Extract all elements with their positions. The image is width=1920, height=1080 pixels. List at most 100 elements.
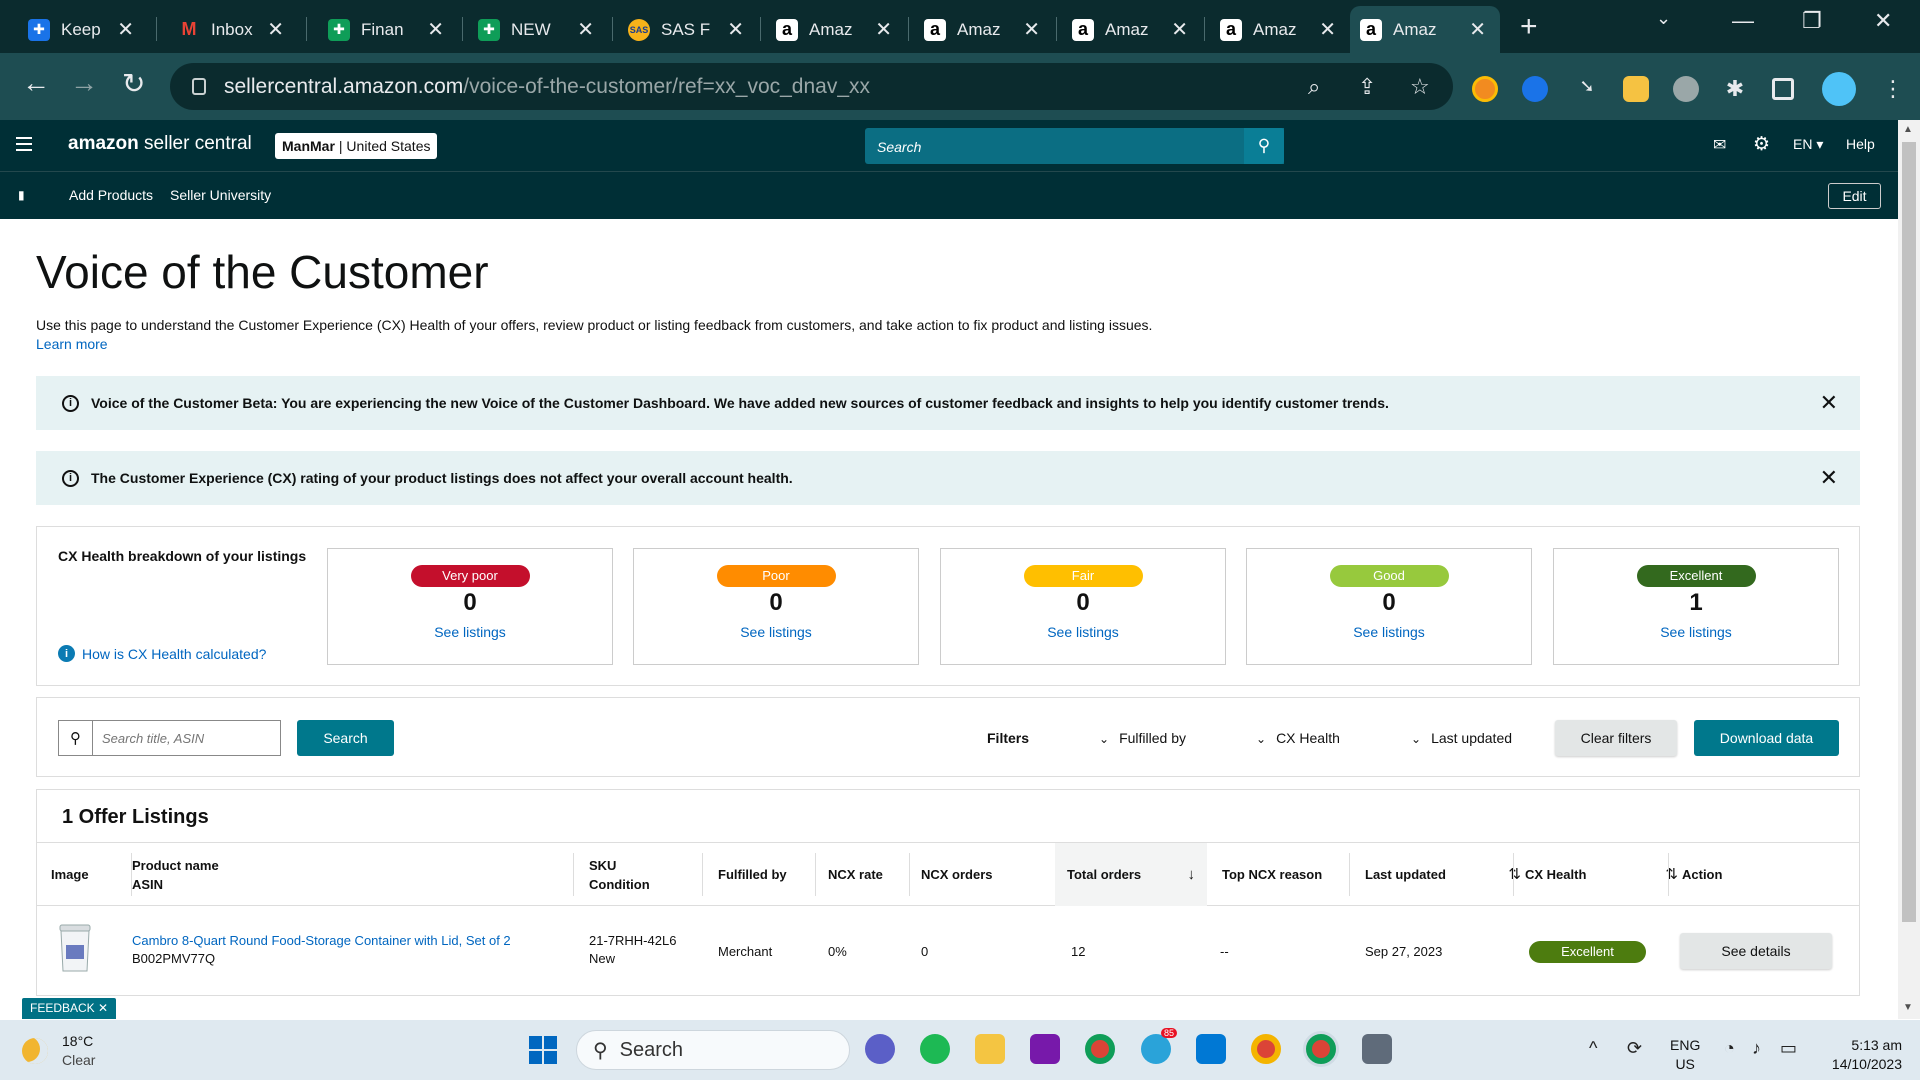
account-switcher[interactable]: ManMar | United States: [275, 133, 438, 159]
page-scrollbar[interactable]: ▲ ▼: [1898, 120, 1920, 1019]
browser-tab[interactable]: a Amaz ✕: [766, 6, 906, 53]
see-listings-link[interactable]: See listings: [941, 624, 1225, 640]
see-listings-link[interactable]: See listings: [634, 624, 918, 640]
browser-tab[interactable]: ✚ NEW ✕: [468, 6, 608, 53]
browser-tab[interactable]: SAS SAS F ✕: [618, 6, 758, 53]
close-tab-icon[interactable]: ✕: [1023, 17, 1040, 42]
forward-icon[interactable]: →: [70, 67, 98, 99]
product-name-link[interactable]: Cambro 8-Quart Round Food-Storage Contai…: [132, 932, 511, 950]
listing-search-input[interactable]: [93, 721, 280, 755]
restore-icon[interactable]: ❐: [1802, 8, 1822, 34]
minimize-icon[interactable]: —: [1732, 8, 1754, 34]
chrome-icon[interactable]: [1085, 1034, 1115, 1064]
onenote-icon[interactable]: [1030, 1034, 1060, 1064]
taskbar-search[interactable]: ⚲ Search: [576, 1030, 850, 1070]
close-tab-icon[interactable]: ✕: [1319, 17, 1336, 42]
close-tab-icon[interactable]: ✕: [1469, 17, 1486, 42]
sort-icon[interactable]: ⇅: [1508, 865, 1521, 884]
browser-tab[interactable]: ✚ Keep ✕: [18, 6, 148, 53]
language-selector[interactable]: EN ▾: [1793, 136, 1823, 153]
close-window-icon[interactable]: ✕: [1874, 8, 1892, 34]
scroll-down-icon[interactable]: ▼: [1903, 1002, 1913, 1013]
side-panel-icon[interactable]: [1772, 78, 1794, 100]
tab-search-chevron-icon[interactable]: ⌄: [1656, 8, 1671, 29]
seller-university-link[interactable]: Seller University: [170, 187, 271, 203]
share-icon[interactable]: ⇪: [1358, 74, 1376, 100]
input-language[interactable]: ENG US: [1670, 1036, 1700, 1074]
sync-icon[interactable]: ⟳: [1627, 1038, 1642, 1059]
notepad-icon[interactable]: [1196, 1034, 1226, 1064]
browser-tab[interactable]: M Inbox ✕: [168, 6, 298, 53]
settings-gear-icon[interactable]: ⚙: [1753, 133, 1770, 156]
cx-health-how-link[interactable]: i How is CX Health calculated?: [58, 645, 266, 662]
extension-orange-icon[interactable]: [1472, 76, 1498, 102]
close-tab-icon[interactable]: ✕: [267, 17, 284, 42]
add-products-link[interactable]: Add Products: [69, 187, 153, 203]
file-explorer-icon[interactable]: [975, 1034, 1005, 1064]
last-updated-dropdown[interactable]: ⌄ Last updated: [1411, 730, 1512, 746]
close-icon[interactable]: ✕: [1820, 390, 1838, 416]
extension-basket-icon[interactable]: [1623, 76, 1649, 102]
bookmark-star-icon[interactable]: ☆: [1410, 74, 1430, 100]
close-tab-icon[interactable]: ✕: [1171, 17, 1188, 42]
close-tab-icon[interactable]: ✕: [875, 17, 892, 42]
spotify-icon[interactable]: [920, 1034, 950, 1064]
clock[interactable]: 5:13 am 14/10/2023: [1822, 1036, 1902, 1074]
lock-icon[interactable]: [192, 78, 206, 95]
header-search-input[interactable]: Search: [865, 128, 1284, 164]
sort-descending-icon[interactable]: ↓: [1188, 865, 1196, 884]
feedback-tab[interactable]: FEEDBACK ✕: [22, 998, 117, 1019]
col-last-updated[interactable]: Last updated ⇅: [1365, 843, 1545, 906]
telegram-icon[interactable]: 85: [1141, 1028, 1178, 1064]
see-listings-link[interactable]: See listings: [1554, 624, 1838, 640]
browser-menu-icon[interactable]: ⋮: [1880, 76, 1906, 102]
clear-filters-button[interactable]: Clear filters: [1555, 720, 1677, 756]
meet-icon[interactable]: [865, 1034, 895, 1064]
back-icon[interactable]: ←: [22, 67, 50, 99]
search-button[interactable]: Search: [297, 720, 394, 756]
mail-icon[interactable]: ✉: [1713, 135, 1726, 155]
see-listings-link[interactable]: See listings: [1247, 624, 1531, 640]
chrome-profile-icon[interactable]: [1251, 1034, 1281, 1064]
learn-more-link[interactable]: Learn more: [36, 336, 108, 352]
browser-tab[interactable]: a Amaz ✕: [914, 6, 1054, 53]
close-icon[interactable]: ✕: [1820, 465, 1838, 491]
download-data-button[interactable]: Download data: [1694, 720, 1839, 756]
wifi-icon[interactable]: ◔: [1724, 1038, 1735, 1059]
close-tab-icon[interactable]: ✕: [577, 17, 594, 42]
close-tab-icon[interactable]: ✕: [727, 17, 744, 42]
extension-plus-icon[interactable]: [1522, 76, 1548, 102]
calculator-icon[interactable]: [1362, 1034, 1392, 1064]
extension-arrow-icon[interactable]: ➘: [1574, 76, 1600, 102]
header-search-button[interactable]: ⚲: [1244, 128, 1284, 164]
cx-health-dropdown[interactable]: ⌄ CX Health: [1256, 730, 1340, 746]
hamburger-menu-icon[interactable]: [16, 137, 32, 155]
extensions-puzzle-icon[interactable]: ✱: [1722, 76, 1748, 102]
seller-central-logo[interactable]: amazon seller central: [68, 133, 252, 155]
volume-icon[interactable]: ♪: [1752, 1038, 1761, 1059]
close-tab-icon[interactable]: ✕: [117, 17, 134, 42]
col-cx-health[interactable]: CX Health ⇅: [1525, 843, 1690, 906]
close-tab-icon[interactable]: ✕: [427, 17, 444, 42]
weather-widget[interactable]: 18°C Clear: [22, 1032, 95, 1070]
browser-tab[interactable]: ✚ Finan ✕: [318, 6, 458, 53]
browser-tab[interactable]: a Amaz ✕: [1210, 6, 1350, 53]
help-link[interactable]: Help: [1846, 136, 1875, 152]
col-total-orders[interactable]: Total orders ↓: [1055, 843, 1207, 906]
browser-tab-active[interactable]: a Amaz ✕: [1350, 6, 1500, 53]
see-listings-link[interactable]: See listings: [328, 624, 612, 640]
browser-tab[interactable]: a Amaz ✕: [1062, 6, 1202, 53]
address-bar[interactable]: sellercentral.amazon.com/voice-of-the-cu…: [170, 63, 1453, 110]
extension-globe-icon[interactable]: [1673, 76, 1699, 102]
edit-button[interactable]: Edit: [1828, 183, 1881, 209]
battery-icon[interactable]: ▭: [1780, 1038, 1797, 1059]
new-tab-icon[interactable]: +: [1520, 10, 1538, 44]
see-details-button[interactable]: See details: [1680, 933, 1832, 969]
chrome-active-icon[interactable]: [1306, 1034, 1336, 1064]
product-image[interactable]: [57, 923, 93, 975]
scrollbar-thumb[interactable]: [1902, 142, 1916, 922]
bookmark-icon[interactable]: ▮: [18, 188, 25, 202]
windows-start-icon[interactable]: [528, 1035, 558, 1065]
profile-avatar[interactable]: [1822, 72, 1856, 106]
zoom-icon[interactable]: ⌕: [1308, 74, 1320, 100]
